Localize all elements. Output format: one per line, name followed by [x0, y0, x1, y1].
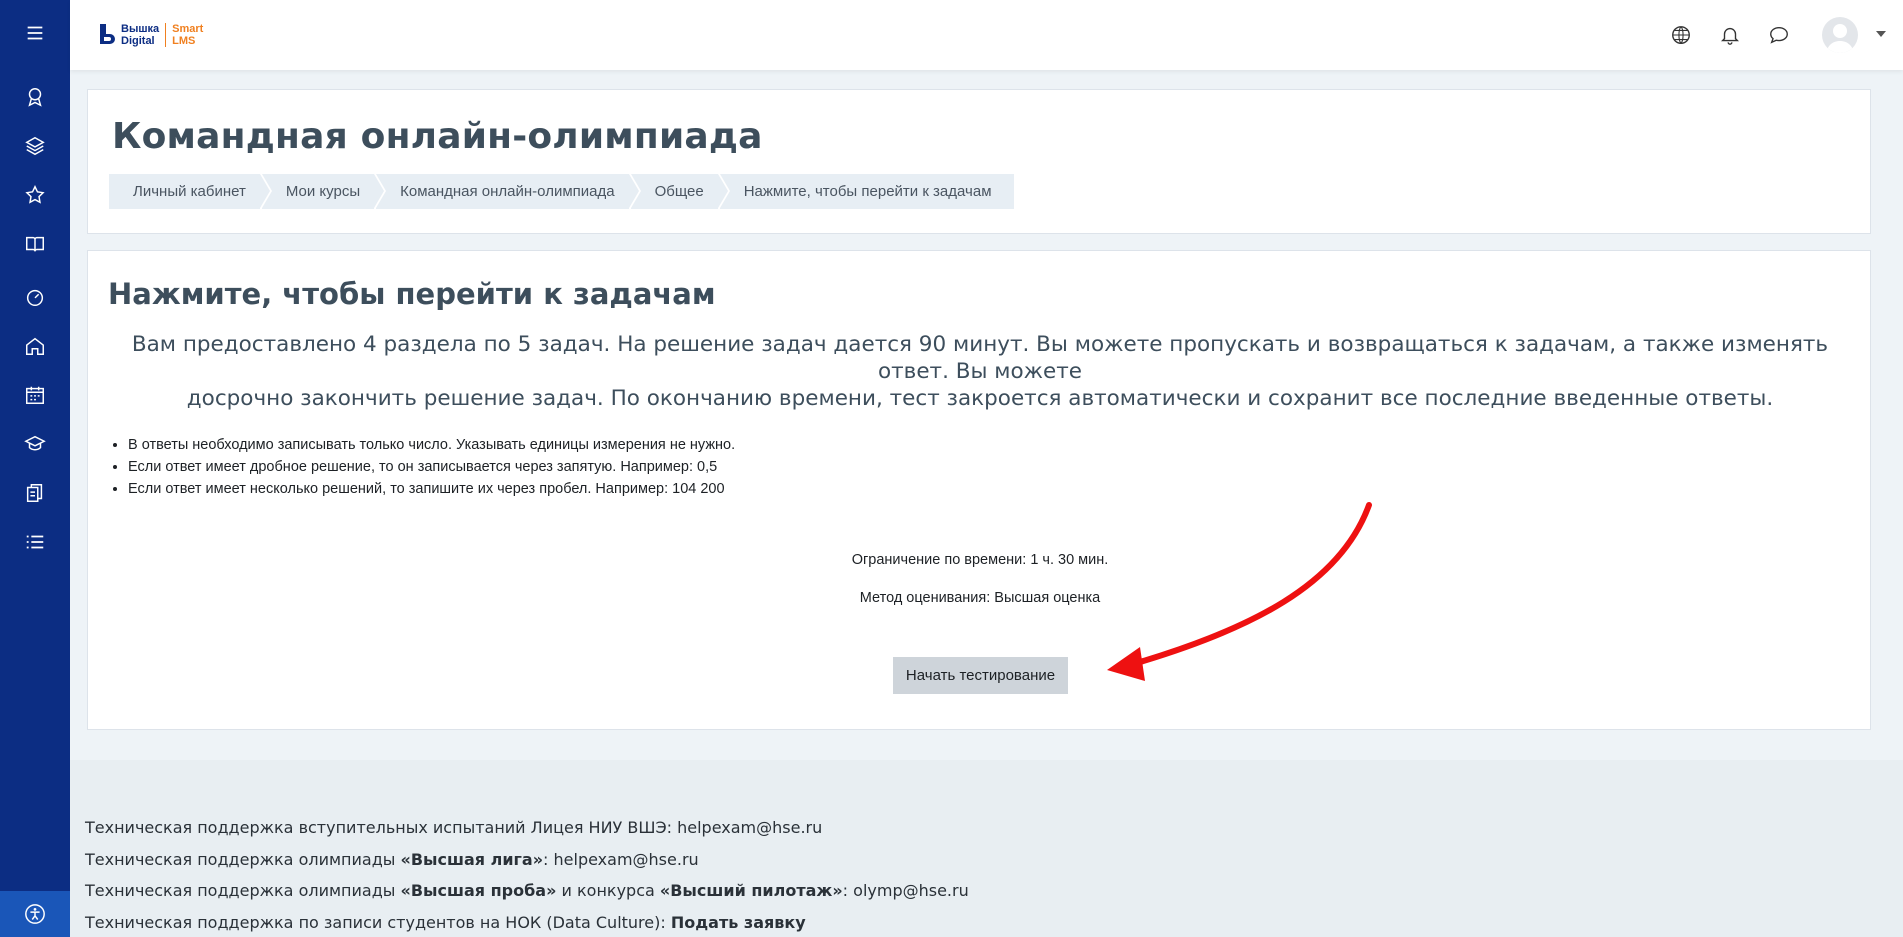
product-name-line1: Smart: [172, 23, 204, 35]
product-name-line2: LMS: [172, 35, 196, 47]
hse-logo-icon: [100, 24, 115, 44]
hamburger-icon: [27, 26, 43, 40]
quiz-description: Вам предоставлено 4 раздела по 5 задач. …: [108, 331, 1852, 412]
footer-line-lyceum: Техническая поддержка вступительных испы…: [85, 818, 823, 837]
list-item: Если ответ имеет дробное решение, то он …: [128, 456, 735, 478]
answer-rules-list: В ответы необходимо записывать только чи…: [128, 434, 735, 500]
sidebar-item-list[interactable]: [0, 520, 70, 564]
notifications-button[interactable]: [1715, 20, 1745, 50]
quiz-intro-card: Нажмите, чтобы перейти к задачам Вам пре…: [87, 250, 1871, 730]
breadcrumb: Личный кабинет Мои курсы Командная онлай…: [109, 174, 1016, 209]
graduation-cap-icon: [24, 435, 46, 451]
accessibility-icon: [25, 904, 45, 924]
star-icon: [25, 185, 45, 204]
user-avatar[interactable]: [1822, 17, 1858, 53]
top-navbar: Вышка Digital Smart LMS: [70, 0, 1903, 70]
award-icon: [28, 88, 42, 107]
list-item: В ответы необходимо записывать только чи…: [128, 434, 735, 456]
sidebar-item-favorites[interactable]: [0, 173, 70, 217]
annotation-arrow: [1107, 502, 1372, 681]
site-logo[interactable]: Вышка Digital Smart LMS: [98, 20, 203, 50]
book-icon: [26, 236, 44, 252]
messages-button[interactable]: [1764, 20, 1794, 50]
calendar-icon: [26, 386, 44, 404]
footer-line-proba: Техническая поддержка олимпиады «Высшая …: [85, 881, 969, 900]
brand-name-line1: Вышка: [121, 23, 160, 35]
footer-support-info: Техническая поддержка вступительных испы…: [85, 812, 969, 937]
layers-icon: [25, 136, 45, 156]
breadcrumb-item-course[interactable]: Командная онлайн-олимпиада: [376, 174, 642, 209]
accessibility-button[interactable]: [0, 891, 70, 937]
footer-line-nok: Техническая поддержка по записи студенто…: [85, 912, 806, 932]
breadcrumb-item-current[interactable]: Нажмите, чтобы перейти к задачам: [719, 174, 1014, 209]
sidebar-item-courses[interactable]: [0, 124, 70, 168]
bell-icon: [1721, 27, 1739, 45]
grading-method-text: Метод оценивания: Высшая оценка: [859, 590, 1101, 606]
left-sidebar: [0, 0, 70, 937]
footer-line-league: Техническая поддержка олимпиады «Высшая …: [85, 849, 699, 869]
sidebar-item-dashboard[interactable]: [0, 275, 70, 319]
files-icon: [26, 484, 43, 502]
page-title: Командная онлайн-олимпиада: [112, 116, 763, 157]
breadcrumb-item-general[interactable]: Общее: [630, 174, 730, 209]
page-header: Командная онлайн-олимпиада Личный кабине…: [87, 89, 1871, 234]
language-button[interactable]: [1666, 20, 1696, 50]
page-footer: Техническая поддержка вступительных испы…: [70, 760, 1903, 937]
list-icon: [26, 535, 44, 549]
brand-name-line2: Digital: [121, 35, 155, 47]
breadcrumb-item-my-courses[interactable]: Мои курсы: [261, 174, 387, 209]
sidebar-item-achievements[interactable]: [0, 75, 70, 119]
start-attempt-button[interactable]: Начать тестирование: [893, 657, 1068, 694]
globe-icon: [1672, 26, 1690, 44]
user-menu-caret[interactable]: [1876, 31, 1886, 37]
sidebar-item-documents[interactable]: [0, 471, 70, 515]
quiz-description-line2: досрочно закончить решение задач. По око…: [186, 386, 1774, 411]
logo-divider: [165, 23, 167, 47]
chat-icon: [1770, 26, 1788, 44]
sidebar-item-library[interactable]: [0, 222, 70, 266]
dashboard-icon: [26, 289, 44, 306]
list-item: Если ответ имеет несколько решений, то з…: [128, 478, 735, 500]
breadcrumb-item-dashboard[interactable]: Личный кабинет: [109, 174, 272, 209]
menu-toggle-button[interactable]: [0, 11, 70, 55]
section-title: Нажмите, чтобы перейти к задачам: [108, 277, 716, 311]
sidebar-item-calendar[interactable]: [0, 373, 70, 417]
sidebar-item-education[interactable]: [0, 422, 70, 466]
sidebar-item-home[interactable]: [0, 324, 70, 368]
time-limit-text: Ограничение по времени: 1 ч. 30 мин.: [851, 552, 1109, 568]
home-icon: [26, 337, 44, 355]
user-silhouette-icon: [1826, 24, 1854, 53]
submit-request-link[interactable]: Подать заявку: [671, 913, 806, 932]
quiz-description-line1: Вам предоставлено 4 раздела по 5 задач. …: [131, 332, 1829, 384]
